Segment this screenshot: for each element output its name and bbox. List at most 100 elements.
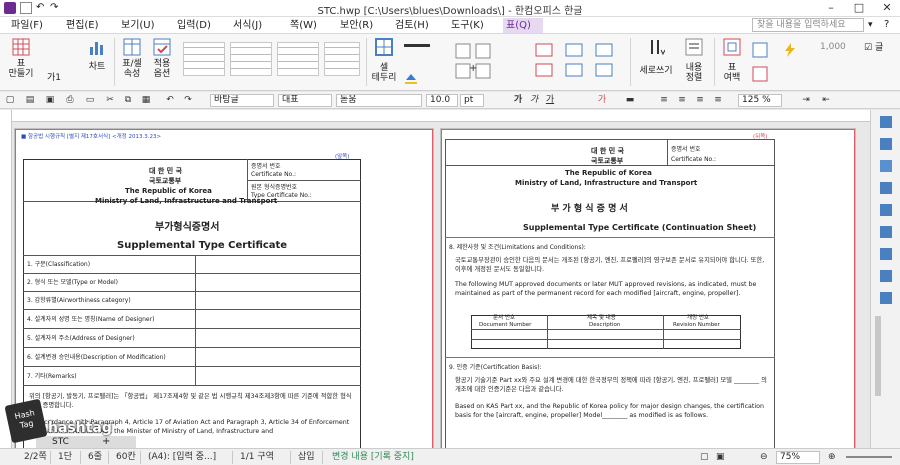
- title-ko-right: 부 가 형 식 증 명 서: [551, 204, 628, 214]
- line-spacing-select[interactable]: 125 %: [738, 94, 782, 107]
- caption-button[interactable]: 가1: [42, 70, 66, 83]
- zoom-slider[interactable]: [846, 456, 892, 458]
- lightning-icon[interactable]: [782, 42, 798, 58]
- cell-merge-grid[interactable]: +: [454, 42, 494, 82]
- format-undo-icon[interactable]: ↶: [164, 94, 176, 107]
- highlight-icon[interactable]: ▬: [624, 94, 636, 107]
- sidebar-style-icon[interactable]: [880, 116, 892, 128]
- content-align-button[interactable]: 내용 정렬: [680, 38, 708, 83]
- vertical-scrollbar[interactable]: [875, 316, 881, 396]
- font-select[interactable]: 돋움: [336, 94, 422, 107]
- menu-edit[interactable]: 편집(E): [63, 18, 102, 33]
- close-button[interactable]: ✕: [874, 0, 900, 16]
- preview-icon[interactable]: ▭: [84, 94, 96, 107]
- minimize-button[interactable]: –: [818, 0, 844, 16]
- add-tab-button[interactable]: +: [102, 436, 110, 448]
- view-mode-icon[interactable]: ▢: [700, 451, 709, 464]
- cell-properties-button[interactable]: 표/셀 속성: [118, 38, 146, 79]
- sidebar-shape-icon[interactable]: [880, 138, 892, 150]
- table-style-1[interactable]: [183, 42, 225, 76]
- document-area[interactable]: ■ 항공법 시행규칙 [별지 제17호서식] <개정 2013.3.23> (앞…: [12, 122, 870, 448]
- table-style-4[interactable]: [324, 42, 360, 76]
- font-color-button[interactable]: 가: [596, 94, 608, 107]
- sidebar-play-icon[interactable]: [880, 226, 892, 238]
- table-formula-icon[interactable]: [752, 42, 768, 58]
- fill-color-icon[interactable]: [404, 72, 418, 84]
- zoom-in-icon[interactable]: ⊕: [828, 451, 836, 464]
- outdent-icon[interactable]: ⇤: [820, 94, 832, 107]
- language-select[interactable]: 대표: [278, 94, 332, 107]
- view-mode-icon-2[interactable]: ▣: [716, 451, 725, 464]
- ribbon-toolbar: 표 만들기 가1 차트 표/셀 속성 적용 옵션 셀 테두리 + 세로쓰기 내용…: [0, 34, 900, 91]
- row-column-tools[interactable]: [532, 42, 622, 82]
- chart-button[interactable]: 차트: [84, 38, 110, 72]
- table-style-2[interactable]: [230, 42, 272, 76]
- italic-button[interactable]: 가: [528, 94, 540, 107]
- content-align-label: 내용 정렬: [685, 63, 703, 83]
- table-style-3[interactable]: [277, 42, 319, 76]
- zoom-select[interactable]: 75%: [776, 451, 820, 464]
- menu-page[interactable]: 쪽(W): [287, 18, 320, 33]
- zoom-out-icon[interactable]: ⊖: [760, 451, 768, 464]
- row-3: 3. 감항류별(Airworthiness category): [27, 297, 131, 304]
- paste-icon[interactable]: ▦: [140, 94, 152, 107]
- save-doc-icon[interactable]: ▣: [44, 94, 56, 107]
- thousand-separator-button[interactable]: 1,000: [820, 42, 846, 52]
- align-right-icon[interactable]: ≡: [694, 94, 706, 107]
- section-9-ko: 항공기 기술기준 Part xx와 주요 설계 변경에 대한 한국정부의 정책에…: [455, 377, 767, 393]
- apply-options-button[interactable]: 적용 옵션: [148, 38, 176, 79]
- more-options-button[interactable]: ☑ 글: [864, 40, 883, 53]
- sidebar-bookmark-icon[interactable]: [880, 270, 892, 282]
- search-input[interactable]: 찾을 내용을 입력하세요: [752, 18, 864, 32]
- menu-insert[interactable]: 입력(D): [174, 18, 214, 33]
- cut-icon[interactable]: ✂: [104, 94, 116, 107]
- align-center-icon[interactable]: ≡: [676, 94, 688, 107]
- menu-review[interactable]: 검토(H): [392, 18, 432, 33]
- maximize-button[interactable]: □: [846, 0, 872, 16]
- tab-stc[interactable]: STC: [52, 436, 69, 448]
- chart-label: 차트: [88, 62, 106, 72]
- menu-table[interactable]: 표(Q): [503, 18, 543, 33]
- sidebar-info-icon[interactable]: [880, 292, 892, 304]
- underline-button[interactable]: 가: [544, 94, 556, 107]
- align-left-icon[interactable]: ≡: [658, 94, 670, 107]
- status-mode[interactable]: 삽입: [298, 451, 315, 464]
- row-5: 5. 설계자의 주소(Address of Designer): [27, 335, 135, 342]
- menu-file[interactable]: 파일(F): [8, 18, 46, 33]
- help-icon[interactable]: ?: [884, 19, 889, 30]
- font-size-input[interactable]: 10.0: [426, 94, 458, 107]
- font-unit-select[interactable]: pt: [460, 94, 484, 107]
- caption-label: 가1: [46, 73, 61, 83]
- vertical-text-button[interactable]: 세로쓰기: [636, 38, 676, 76]
- indent-icon[interactable]: ⇥: [800, 94, 812, 107]
- print-icon[interactable]: ⎙: [64, 94, 76, 107]
- copy-icon[interactable]: ⧉: [122, 94, 134, 107]
- page-right[interactable]: (뒤쪽) 대 한 민 국 국토교통부 The Republic of Korea…: [440, 128, 856, 448]
- menu-security[interactable]: 보안(R): [337, 18, 376, 33]
- status-line: 6줄: [88, 452, 103, 462]
- menu-bar: 파일(F) 편집(E) 보기(U) 입력(D) 서식(J) 쪽(W) 보안(R)…: [0, 17, 900, 34]
- menu-view[interactable]: 보기(U): [118, 18, 158, 33]
- open-icon[interactable]: ▤: [24, 94, 36, 107]
- sidebar-history-icon[interactable]: [880, 160, 892, 172]
- justify-icon[interactable]: ≡: [712, 94, 724, 107]
- search-icon[interactable]: ▾: [868, 20, 873, 30]
- menu-format[interactable]: 서식(J): [230, 18, 265, 33]
- status-track-changes[interactable]: 변경 내용 [기록 중지]: [332, 451, 414, 464]
- description-header-ko: 제목 및 내용: [587, 315, 616, 321]
- cell-border-button[interactable]: 셀 테두리: [370, 38, 398, 83]
- format-redo-icon[interactable]: ↷: [182, 94, 194, 107]
- new-doc-icon[interactable]: ▢: [4, 94, 16, 107]
- line-style-button[interactable]: [404, 44, 430, 47]
- sidebar-clipboard-icon[interactable]: [880, 182, 892, 194]
- create-table-button[interactable]: 표 만들기: [8, 38, 34, 79]
- bold-button[interactable]: 가: [512, 94, 524, 107]
- page-left[interactable]: ■ 항공법 시행규칙 [별지 제17호서식] <개정 2013.3.23> (앞…: [14, 128, 434, 448]
- title-ko: 부가형식증명서: [155, 222, 220, 233]
- table-margin-button[interactable]: 표 여백: [718, 38, 746, 83]
- table-calc-icon[interactable]: [752, 66, 768, 82]
- style-select[interactable]: 바탕글: [210, 94, 274, 107]
- sidebar-document-icon[interactable]: [880, 204, 892, 216]
- sidebar-library-icon[interactable]: [880, 248, 892, 260]
- menu-tools[interactable]: 도구(K): [448, 18, 487, 33]
